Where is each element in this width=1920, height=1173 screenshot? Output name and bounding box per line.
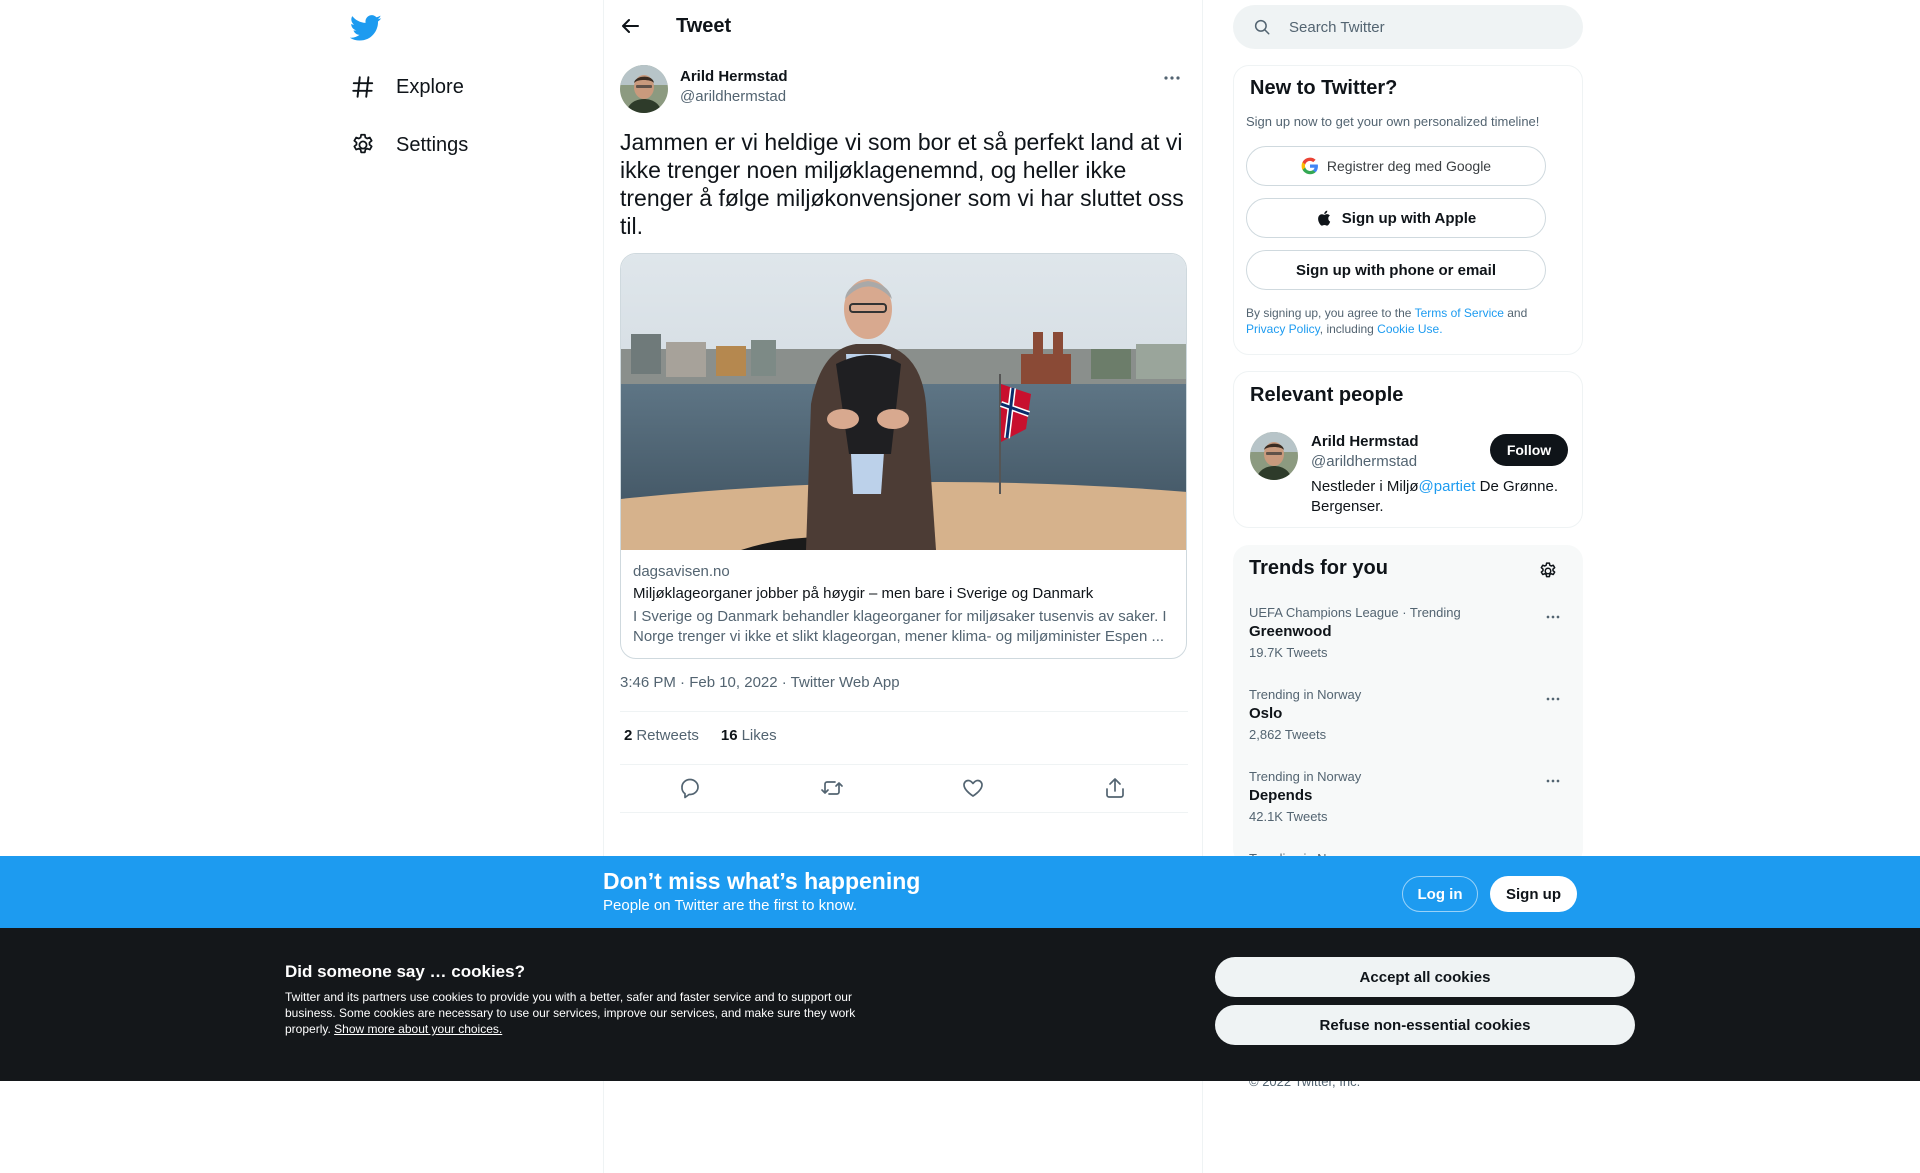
google-icon xyxy=(1301,157,1319,175)
relevant-person-bio: Nestleder i Miljø@partiet De Grønne. Ber… xyxy=(1311,477,1571,517)
hashtag-icon xyxy=(350,74,376,100)
likes-stat[interactable]: 16 Likes xyxy=(721,727,777,744)
retweets-count: 2 xyxy=(624,727,633,744)
trend-item[interactable]: UEFA Champions League · Trending Greenwo… xyxy=(1233,605,1583,687)
author-handle[interactable]: @arildhermstad xyxy=(680,88,786,105)
like-icon[interactable] xyxy=(961,776,985,800)
terms-prefix: By signing up, you agree to the xyxy=(1246,306,1415,320)
author-avatar[interactable] xyxy=(620,65,668,113)
search-icon xyxy=(1253,18,1271,36)
search-input[interactable] xyxy=(1289,5,1569,49)
cookie-banner: Did someone say … cookies? Twitter and i… xyxy=(0,928,1920,1081)
retweets-stat[interactable]: 2 Retweets xyxy=(624,727,699,744)
signup-button[interactable]: Sign up xyxy=(1490,876,1577,912)
apple-signup-label: Sign up with Apple xyxy=(1341,209,1477,227)
page-title: Tweet xyxy=(676,15,732,37)
card-description: I Sverige og Danmark behandler klageorga… xyxy=(633,608,1167,645)
trend-item[interactable]: Trending in Norway Oslo 2,862 Tweets xyxy=(1233,687,1583,769)
card-domain: dagsavisen.no xyxy=(633,563,730,580)
trend-name: Oslo xyxy=(1249,705,1283,722)
trend-count: 19.7K Tweets xyxy=(1249,645,1328,660)
nav-explore-label: Explore xyxy=(396,75,464,98)
trend-count: 42.1K Tweets xyxy=(1249,809,1328,824)
relevant-people-panel: Relevant people Arild Hermstad @arildher… xyxy=(1233,371,1583,528)
privacy-policy-link[interactable]: Privacy Policy xyxy=(1246,322,1320,336)
trend-context: Trending in Norway xyxy=(1249,687,1362,702)
more-icon[interactable] xyxy=(1543,771,1563,791)
trends-panel: Trends for you UEFA Champions League · T… xyxy=(1233,545,1583,865)
banner-title: Don’t miss what’s happening xyxy=(603,868,921,894)
trend-count: 2,862 Tweets xyxy=(1249,727,1327,742)
nav-settings-label: Settings xyxy=(396,133,469,156)
trend-context: UEFA Champions League · Trending xyxy=(1249,605,1461,620)
cookie-text: Twitter and its partners use cookies to … xyxy=(285,989,895,1037)
new-to-twitter-panel: New to Twitter? Sign up now to get your … xyxy=(1233,65,1583,355)
panel-title: Relevant people xyxy=(1250,384,1404,406)
terms-and: and xyxy=(1503,306,1528,320)
nav-explore[interactable]: Explore xyxy=(350,67,464,107)
retweet-icon[interactable] xyxy=(820,776,844,800)
apple-signup-button[interactable]: Sign up with Apple xyxy=(1246,198,1546,238)
accept-cookies-button[interactable]: Accept all cookies xyxy=(1215,957,1635,997)
more-icon[interactable] xyxy=(1543,607,1563,627)
apple-icon xyxy=(1316,209,1334,227)
more-icon[interactable] xyxy=(1160,66,1184,90)
login-button[interactable]: Log in xyxy=(1402,876,1478,912)
cookie-choices-link[interactable]: Show more about your choices. xyxy=(334,1022,502,1036)
link-card[interactable]: dagsavisen.no Miljøklageorganer jobber p… xyxy=(620,253,1187,659)
phone-signup-label: Sign up with phone or email xyxy=(1295,261,1496,279)
author-name[interactable]: Arild Hermstad xyxy=(680,68,788,85)
retweets-label: Retweets xyxy=(636,727,699,744)
trend-name: Depends xyxy=(1249,787,1313,804)
trend-item[interactable]: Trending in Norway Depends 42.1K Tweets xyxy=(1233,769,1583,851)
relevant-person-handle[interactable]: @arildhermstad xyxy=(1311,453,1417,470)
trend-name: Greenwood xyxy=(1249,623,1332,640)
relevant-person-name[interactable]: Arild Hermstad xyxy=(1311,433,1419,450)
divider xyxy=(620,764,1188,765)
tweet-stats: 2 Retweets 16 Likes xyxy=(624,727,777,744)
back-arrow-icon[interactable] xyxy=(618,14,642,38)
tweet-actions xyxy=(620,776,1188,800)
more-icon[interactable] xyxy=(1543,689,1563,709)
trend-context: Trending in Norway xyxy=(1249,769,1362,784)
cookie-use-link[interactable]: Cookie Use. xyxy=(1377,322,1442,336)
google-signup-label: Registrer deg med Google xyxy=(1326,158,1492,174)
panel-title: New to Twitter? xyxy=(1250,77,1398,99)
main-header: Tweet xyxy=(604,0,1204,53)
nav-settings[interactable]: Settings xyxy=(350,125,468,165)
card-title: Miljøklageorganer jobber på høygir – men… xyxy=(633,585,1094,602)
signup-subtitle: Sign up now to get your own personalized… xyxy=(1246,114,1540,129)
terms-of-service-link[interactable]: Terms of Service xyxy=(1415,306,1504,320)
google-signup-button[interactable]: Registrer deg med Google xyxy=(1246,146,1546,186)
avatar[interactable] xyxy=(1250,432,1298,480)
follow-button[interactable]: Follow xyxy=(1490,434,1568,466)
divider xyxy=(620,711,1188,712)
twitter-logo-icon[interactable] xyxy=(350,12,382,44)
share-icon[interactable] xyxy=(1103,776,1127,800)
bio-prefix: Nestleder i Miljø xyxy=(1311,478,1419,495)
tweet-timestamp[interactable]: 3:46 PM · Feb 10, 2022 · Twitter Web App xyxy=(620,674,900,691)
likes-count: 16 xyxy=(720,727,738,744)
signup-terms: By signing up, you agree to the Terms of… xyxy=(1246,305,1566,337)
panel-title: Trends for you xyxy=(1249,557,1388,579)
signup-banner: Don’t miss what’s happening People on Tw… xyxy=(0,856,1920,928)
refuse-cookies-button[interactable]: Refuse non-essential cookies xyxy=(1215,1005,1635,1045)
terms-including: , including xyxy=(1319,322,1378,336)
reply-icon[interactable] xyxy=(678,776,702,800)
search-box[interactable] xyxy=(1233,5,1583,49)
banner-subtitle: People on Twitter are the first to know. xyxy=(603,897,858,914)
divider xyxy=(620,812,1188,813)
cookie-title: Did someone say … cookies? xyxy=(285,962,525,981)
phone-email-signup-button[interactable]: Sign up with phone or email xyxy=(1246,250,1546,290)
gear-icon[interactable] xyxy=(1538,561,1558,581)
bio-mention-link[interactable]: @partiet xyxy=(1419,478,1476,495)
card-image xyxy=(621,254,1186,550)
tweet-text: Jammen er vi heldige vi som bor et så pe… xyxy=(620,129,1184,239)
gear-icon xyxy=(350,132,376,158)
likes-label: Likes xyxy=(741,727,777,744)
